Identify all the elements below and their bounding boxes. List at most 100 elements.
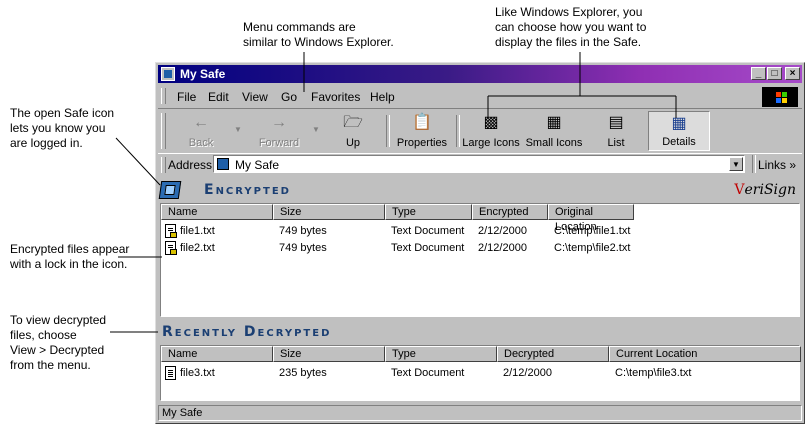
lock-icon (170, 249, 177, 255)
minimize-button[interactable]: _ (751, 67, 766, 80)
properties-icon: 📋 (412, 114, 432, 131)
links-button[interactable]: Links » (758, 158, 796, 172)
address-grip[interactable] (161, 157, 166, 173)
back-button[interactable]: ← Back (170, 111, 232, 151)
encrypted-date: 2/12/2000 (478, 225, 527, 237)
annotation-view-decrypted: To view decrypted files, choose View > D… (10, 313, 107, 372)
open-safe-icon (158, 181, 182, 199)
up-label: Up (345, 137, 361, 149)
annotation-menu-commands: Menu commands are similar to Windows Exp… (243, 20, 394, 49)
back-arrow-icon: ← (193, 114, 209, 131)
file-name: file1.txt (180, 225, 215, 237)
maximize-button[interactable]: □ (767, 67, 782, 80)
up-button[interactable]: 🗁 Up (326, 111, 380, 151)
column-header-type[interactable]: Type (385, 204, 472, 220)
file-type: Text Document (391, 367, 465, 379)
file-size: 235 bytes (279, 367, 327, 379)
verisign-logo: VeriSign (734, 182, 796, 198)
back-label: Back (188, 137, 214, 149)
current-location: C:\temp\file3.txt (615, 367, 692, 379)
encrypted-header: Encrypted VeriSign (158, 179, 802, 201)
text-file-icon (165, 366, 176, 380)
file-name: file3.txt (180, 367, 215, 379)
forward-button[interactable]: → Forward (246, 111, 312, 151)
large-icons-button[interactable]: ▩ Large Icons (460, 111, 522, 151)
links-separator (752, 155, 756, 173)
safe-app-icon (161, 67, 175, 81)
list-button[interactable]: ▤ List (588, 111, 644, 151)
small-icons-label: Small Icons (525, 137, 583, 149)
table-row[interactable]: file3.txt 235 bytes Text Document 2/12/2… (161, 365, 799, 382)
address-value: My Safe (235, 158, 280, 172)
menu-edit[interactable]: Edit (208, 90, 229, 104)
file-type: Text Document (391, 225, 465, 237)
small-icons-button[interactable]: ▦ Small Icons (524, 111, 584, 151)
decrypted-title: Recently Decrypted (162, 324, 332, 340)
forward-dropdown-icon[interactable]: ▼ (312, 125, 320, 134)
title-bar[interactable]: My Safe _ □ × (158, 65, 802, 83)
small-icons-icon: ▦ (546, 114, 562, 131)
window-title: My Safe (180, 67, 226, 81)
annotation-encrypted-lock: Encrypted files appear with a lock in th… (10, 242, 130, 271)
column-header-size[interactable]: Size (273, 346, 385, 362)
decrypted-file-list[interactable]: Name Size Type Decrypted Current Locatio… (160, 345, 801, 401)
list-view-icon: ▤ (608, 114, 624, 131)
menu-go[interactable]: Go (281, 90, 297, 104)
forward-arrow-icon: → (271, 114, 287, 131)
column-header-size[interactable]: Size (273, 204, 385, 220)
annotation-view-files: Like Windows Explorer, you can choose ho… (495, 5, 647, 49)
toolbar-separator (386, 115, 390, 147)
decrypted-date: 2/12/2000 (503, 367, 552, 379)
encrypted-file-icon (165, 241, 177, 255)
file-size: 749 bytes (279, 242, 327, 254)
address-dropdown-icon[interactable]: ▼ (729, 157, 743, 171)
column-header-current-location[interactable]: Current Location (609, 346, 801, 362)
menu-help[interactable]: Help (370, 90, 395, 104)
annotation-open-safe: The open Safe icon lets you know you are… (10, 106, 115, 150)
table-row[interactable]: file2.txt 749 bytes Text Document 2/12/2… (161, 240, 799, 257)
safe-small-icon (217, 158, 229, 170)
table-row[interactable]: file1.txt 749 bytes Text Document 2/12/2… (161, 223, 799, 240)
properties-button[interactable]: 📋 Properties (392, 111, 452, 151)
lock-icon (170, 232, 177, 238)
toolbar: ← Back ▼ → Forward ▼ 🗁 Up 📋 Properties ▩… (158, 108, 802, 154)
back-dropdown-icon[interactable]: ▼ (234, 125, 242, 134)
menu-favorites[interactable]: Favorites (311, 90, 360, 104)
menu-view[interactable]: View (242, 90, 268, 104)
decrypted-header: Recently Decrypted (158, 321, 802, 343)
encrypted-section: Encrypted VeriSign Name Size Type Encryp… (158, 179, 802, 319)
large-icons-icon: ▩ (483, 114, 499, 131)
details-label: Details (662, 136, 696, 148)
file-size: 749 bytes (279, 225, 327, 237)
encrypted-file-icon (165, 224, 177, 238)
list-label: List (607, 137, 625, 149)
original-location: C:\temp\file1.txt (554, 225, 631, 237)
decrypted-section: Recently Decrypted Name Size Type Decryp… (158, 321, 802, 401)
column-header-decrypted[interactable]: Decrypted (497, 346, 609, 362)
menu-grip[interactable] (161, 88, 166, 104)
original-location: C:\temp\file2.txt (554, 242, 631, 254)
file-type: Text Document (391, 242, 465, 254)
toolbar-grip[interactable] (161, 113, 166, 149)
column-header-encrypted[interactable]: Encrypted (472, 204, 548, 220)
properties-label: Properties (396, 137, 448, 149)
column-header-name[interactable]: Name (161, 204, 273, 220)
large-icons-label: Large Icons (462, 137, 520, 149)
status-text: My Safe (158, 405, 802, 421)
up-folder-icon: 🗁 (343, 114, 363, 131)
menu-file[interactable]: File (177, 90, 196, 104)
address-input[interactable]: My Safe ▼ (213, 155, 745, 173)
file-name: file2.txt (180, 242, 215, 254)
close-button[interactable]: × (785, 67, 800, 80)
details-button[interactable]: ▦ Details (648, 111, 710, 151)
encrypted-file-list[interactable]: Name Size Type Encrypted Original Locati… (160, 203, 800, 317)
column-header-original-location[interactable]: Original Location (548, 204, 634, 233)
address-label: Address (168, 158, 213, 172)
windows-logo-icon (762, 87, 798, 107)
encrypted-date: 2/12/2000 (478, 242, 527, 254)
links-label: Links (758, 158, 787, 172)
forward-label: Forward (258, 137, 300, 149)
verisign-text: eriSign (744, 182, 796, 198)
column-header-name[interactable]: Name (161, 346, 273, 362)
column-header-type[interactable]: Type (385, 346, 497, 362)
